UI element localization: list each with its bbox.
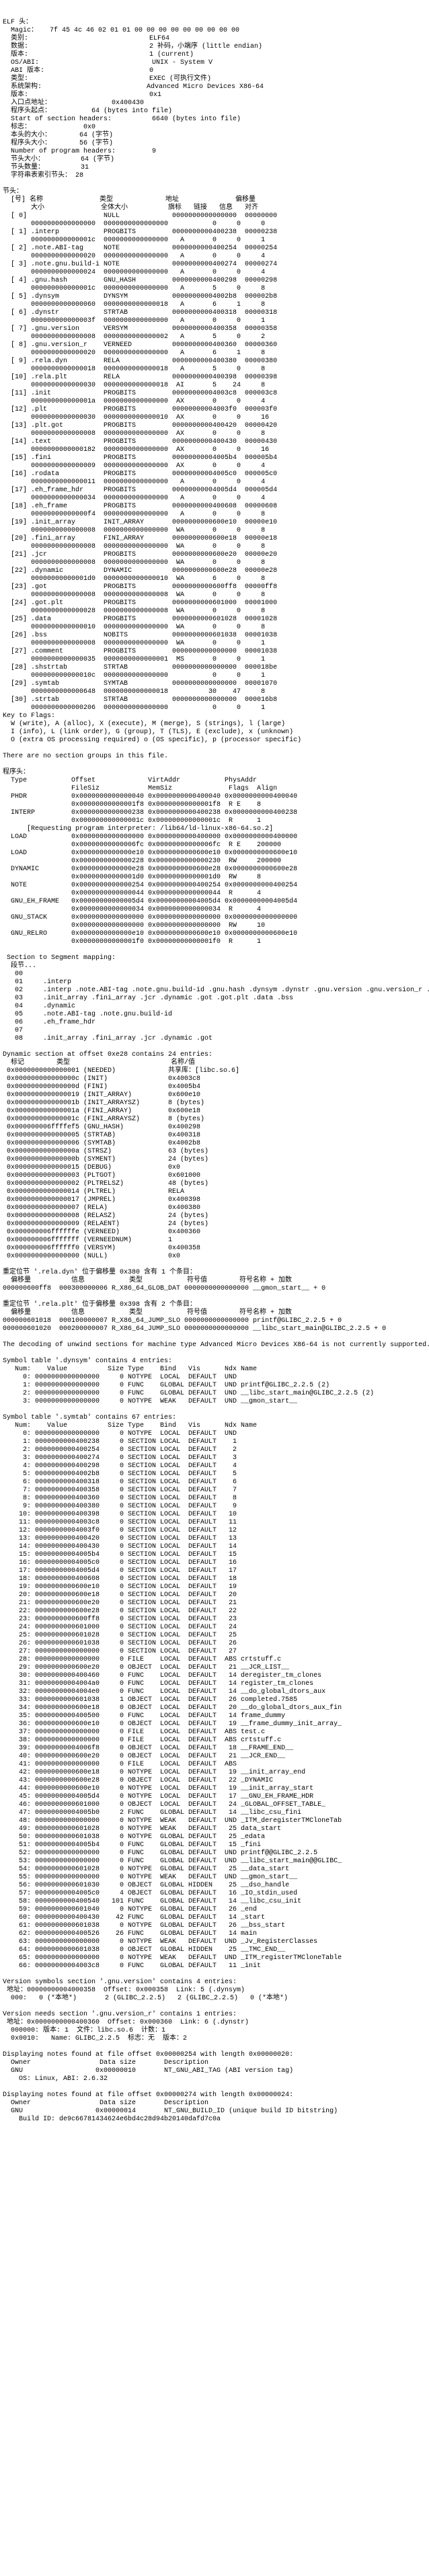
document-content: ELF 头： Magic： 7f 45 4c 46 02 01 01 00 00… bbox=[3, 19, 426, 2124]
